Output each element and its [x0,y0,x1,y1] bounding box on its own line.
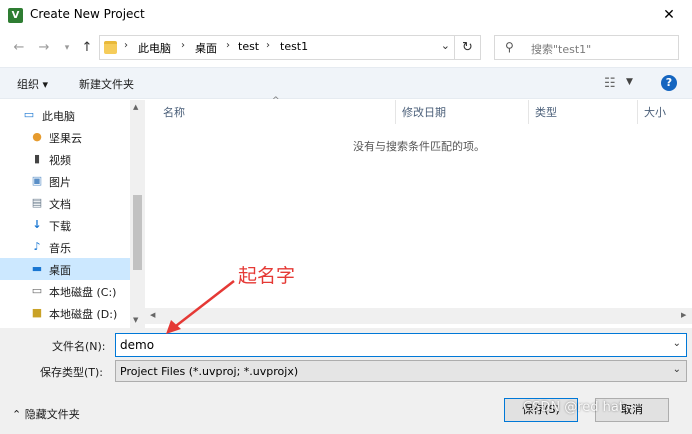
annotation-label: 起名字 [238,265,296,287]
watermark: CSDN @red hat~ [523,400,635,415]
annotation-arrow [166,280,235,334]
